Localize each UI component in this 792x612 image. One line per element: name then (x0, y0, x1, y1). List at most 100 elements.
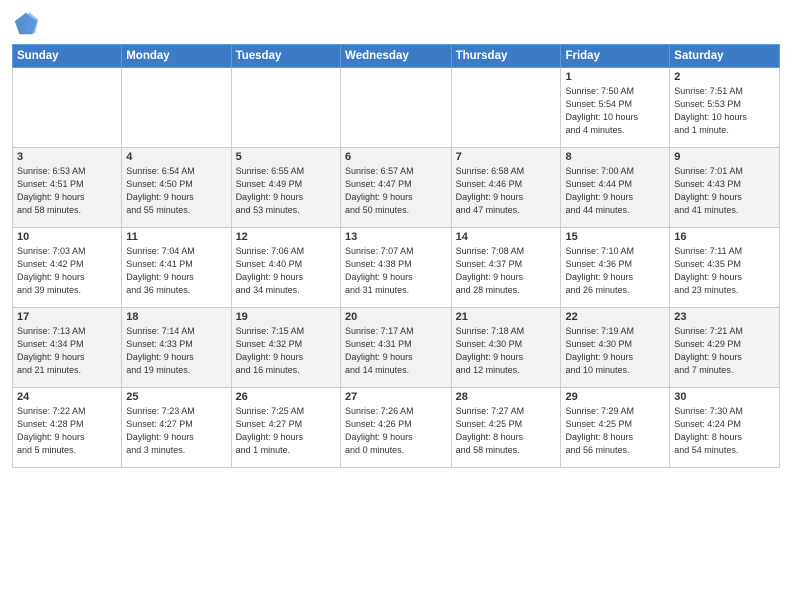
calendar-cell: 23 Sunrise: 7:21 AMSunset: 4:29 PMDayligh… (670, 308, 780, 388)
day-number: 2 (674, 71, 775, 83)
day-info: Sunrise: 7:10 AMSunset: 4:36 PMDaylight:… (565, 245, 665, 297)
day-info: Sunrise: 7:30 AMSunset: 4:24 PMDaylight:… (674, 405, 775, 457)
day-info: Sunrise: 7:14 AMSunset: 4:33 PMDaylight:… (126, 325, 226, 377)
day-number: 11 (126, 231, 226, 243)
header-sunday: Sunday (13, 45, 122, 68)
day-info: Sunrise: 7:01 AMSunset: 4:43 PMDaylight:… (674, 165, 775, 217)
calendar-cell: 18 Sunrise: 7:14 AMSunset: 4:33 PMDayligh… (122, 308, 231, 388)
header-tuesday: Tuesday (231, 45, 340, 68)
day-info: Sunrise: 7:26 AMSunset: 4:26 PMDaylight:… (345, 405, 447, 457)
day-info: Sunrise: 6:55 AMSunset: 4:49 PMDaylight:… (236, 165, 336, 217)
day-number: 17 (17, 311, 117, 323)
calendar-table: SundayMondayTuesdayWednesdayThursdayFrid… (12, 44, 780, 468)
calendar-cell: 16 Sunrise: 7:11 AMSunset: 4:35 PMDayligh… (670, 228, 780, 308)
day-info: Sunrise: 7:13 AMSunset: 4:34 PMDaylight:… (17, 325, 117, 377)
calendar-cell: 2 Sunrise: 7:51 AMSunset: 5:53 PMDaylight… (670, 68, 780, 148)
day-info: Sunrise: 7:51 AMSunset: 5:53 PMDaylight:… (674, 85, 775, 137)
day-number: 6 (345, 151, 447, 163)
day-info: Sunrise: 7:27 AMSunset: 4:25 PMDaylight:… (456, 405, 557, 457)
calendar-cell: 7 Sunrise: 6:58 AMSunset: 4:46 PMDaylight… (451, 148, 561, 228)
calendar-cell: 11 Sunrise: 7:04 AMSunset: 4:41 PMDayligh… (122, 228, 231, 308)
day-info: Sunrise: 7:06 AMSunset: 4:40 PMDaylight:… (236, 245, 336, 297)
calendar-header-row: SundayMondayTuesdayWednesdayThursdayFrid… (13, 45, 780, 68)
calendar-cell (122, 68, 231, 148)
day-number: 10 (17, 231, 117, 243)
day-number: 19 (236, 311, 336, 323)
calendar-cell: 28Sunrise: 7:27 AMSunset: 4:25 PMDayligh… (451, 388, 561, 468)
day-info: Sunrise: 7:25 AMSunset: 4:27 PMDaylight:… (236, 405, 336, 457)
day-number: 24 (17, 391, 117, 403)
calendar-cell: 3 Sunrise: 6:53 AMSunset: 4:51 PMDaylight… (13, 148, 122, 228)
day-number: 3 (17, 151, 117, 163)
day-number: 29 (565, 391, 665, 403)
day-number: 8 (565, 151, 665, 163)
calendar-cell: 13Sunrise: 7:07 AMSunset: 4:38 PMDayligh… (341, 228, 452, 308)
calendar-cell: 26 Sunrise: 7:25 AMSunset: 4:27 PMDayligh… (231, 388, 340, 468)
day-number: 26 (236, 391, 336, 403)
calendar-week-3: 10 Sunrise: 7:03 AMSunset: 4:42 PMDayligh… (13, 228, 780, 308)
calendar-cell: 25 Sunrise: 7:23 AMSunset: 4:27 PMDayligh… (122, 388, 231, 468)
calendar-cell: 9 Sunrise: 7:01 AMSunset: 4:43 PMDaylight… (670, 148, 780, 228)
logo-icon (12, 10, 40, 38)
logo (12, 10, 44, 38)
day-number: 16 (674, 231, 775, 243)
day-number: 13 (345, 231, 447, 243)
day-number: 27 (345, 391, 447, 403)
calendar-cell: 12 Sunrise: 7:06 AMSunset: 4:40 PMDayligh… (231, 228, 340, 308)
calendar-cell (451, 68, 561, 148)
calendar-week-4: 17 Sunrise: 7:13 AMSunset: 4:34 PMDayligh… (13, 308, 780, 388)
day-number: 22 (565, 311, 665, 323)
day-info: Sunrise: 7:00 AMSunset: 4:44 PMDaylight:… (565, 165, 665, 217)
day-info: Sunrise: 6:58 AMSunset: 4:46 PMDaylight:… (456, 165, 557, 217)
calendar-cell: 6 Sunrise: 6:57 AMSunset: 4:47 PMDaylight… (341, 148, 452, 228)
day-info: Sunrise: 6:53 AMSunset: 4:51 PMDaylight:… (17, 165, 117, 217)
calendar-cell: 5Sunrise: 6:55 AMSunset: 4:49 PMDaylight… (231, 148, 340, 228)
header-wednesday: Wednesday (341, 45, 452, 68)
day-number: 1 (565, 71, 665, 83)
calendar-cell: 21Sunrise: 7:18 AMSunset: 4:30 PMDayligh… (451, 308, 561, 388)
calendar-cell: 15Sunrise: 7:10 AMSunset: 4:36 PMDayligh… (561, 228, 670, 308)
day-number: 25 (126, 391, 226, 403)
day-number: 23 (674, 311, 775, 323)
calendar-cell: 1 Sunrise: 7:50 AMSunset: 5:54 PMDaylight… (561, 68, 670, 148)
day-info: Sunrise: 7:04 AMSunset: 4:41 PMDaylight:… (126, 245, 226, 297)
day-info: Sunrise: 7:22 AMSunset: 4:28 PMDaylight:… (17, 405, 117, 457)
day-info: Sunrise: 7:50 AMSunset: 5:54 PMDaylight:… (565, 85, 665, 137)
header-saturday: Saturday (670, 45, 780, 68)
calendar-cell: 8 Sunrise: 7:00 AMSunset: 4:44 PMDaylight… (561, 148, 670, 228)
day-number: 14 (456, 231, 557, 243)
day-number: 7 (456, 151, 557, 163)
calendar-week-2: 3 Sunrise: 6:53 AMSunset: 4:51 PMDaylight… (13, 148, 780, 228)
day-info: Sunrise: 6:57 AMSunset: 4:47 PMDaylight:… (345, 165, 447, 217)
page-container: SundayMondayTuesdayWednesdayThursdayFrid… (0, 0, 792, 476)
calendar-week-1: 1 Sunrise: 7:50 AMSunset: 5:54 PMDaylight… (13, 68, 780, 148)
calendar-cell: 4Sunrise: 6:54 AMSunset: 4:50 PMDaylight… (122, 148, 231, 228)
day-info: Sunrise: 6:54 AMSunset: 4:50 PMDaylight:… (126, 165, 226, 217)
header-thursday: Thursday (451, 45, 561, 68)
day-number: 18 (126, 311, 226, 323)
calendar-cell: 10 Sunrise: 7:03 AMSunset: 4:42 PMDayligh… (13, 228, 122, 308)
calendar-cell: 17 Sunrise: 7:13 AMSunset: 4:34 PMDayligh… (13, 308, 122, 388)
header (12, 10, 780, 38)
calendar-week-5: 24 Sunrise: 7:22 AMSunset: 4:28 PMDayligh… (13, 388, 780, 468)
day-info: Sunrise: 7:15 AMSunset: 4:32 PMDaylight:… (236, 325, 336, 377)
calendar-cell (13, 68, 122, 148)
day-number: 30 (674, 391, 775, 403)
calendar-cell: 19 Sunrise: 7:15 AMSunset: 4:32 PMDayligh… (231, 308, 340, 388)
calendar-cell: 22Sunrise: 7:19 AMSunset: 4:30 PMDayligh… (561, 308, 670, 388)
day-number: 20 (345, 311, 447, 323)
header-friday: Friday (561, 45, 670, 68)
day-number: 12 (236, 231, 336, 243)
day-info: Sunrise: 7:23 AMSunset: 4:27 PMDaylight:… (126, 405, 226, 457)
calendar-cell: 24 Sunrise: 7:22 AMSunset: 4:28 PMDayligh… (13, 388, 122, 468)
day-number: 9 (674, 151, 775, 163)
header-monday: Monday (122, 45, 231, 68)
calendar-cell: 29Sunrise: 7:29 AMSunset: 4:25 PMDayligh… (561, 388, 670, 468)
calendar-cell (341, 68, 452, 148)
day-info: Sunrise: 7:11 AMSunset: 4:35 PMDaylight:… (674, 245, 775, 297)
calendar-cell: 20Sunrise: 7:17 AMSunset: 4:31 PMDayligh… (341, 308, 452, 388)
day-info: Sunrise: 7:21 AMSunset: 4:29 PMDaylight:… (674, 325, 775, 377)
calendar-cell: 30 Sunrise: 7:30 AMSunset: 4:24 PMDayligh… (670, 388, 780, 468)
calendar-cell: 14Sunrise: 7:08 AMSunset: 4:37 PMDayligh… (451, 228, 561, 308)
day-info: Sunrise: 7:03 AMSunset: 4:42 PMDaylight:… (17, 245, 117, 297)
